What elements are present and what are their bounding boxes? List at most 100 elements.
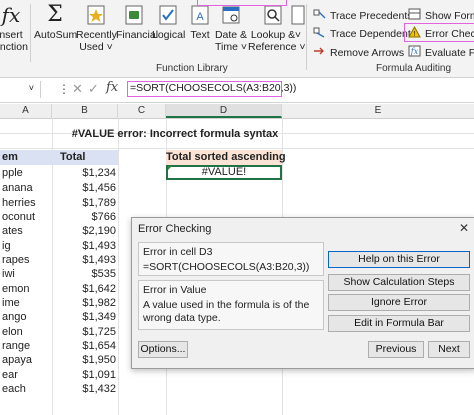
insert-function-label-2: unction bbox=[0, 41, 28, 53]
logical-icon bbox=[157, 3, 179, 27]
recently-used-button[interactable]: Recently Used ˅ bbox=[76, 3, 117, 53]
total-cell: $1,493 bbox=[82, 240, 116, 252]
autosum-button[interactable]: Σ AutoSum bbox=[34, 2, 78, 42]
column-headers: A B C D E bbox=[0, 104, 474, 119]
formula-input[interactable]: =SORT(CHOOSECOLS(A3:B20,3)) bbox=[127, 81, 296, 97]
recently-used-label-2: Used ˅ bbox=[79, 41, 113, 53]
calendar-icon bbox=[220, 3, 242, 27]
show-formulas-icon bbox=[408, 8, 421, 23]
item-cell: ear bbox=[2, 369, 18, 381]
enter-icon[interactable]: ✓ bbox=[88, 81, 99, 97]
edit-in-formula-bar-button[interactable]: Edit in Formula Bar bbox=[328, 315, 470, 332]
error-in-value-label: Error in Value bbox=[143, 284, 207, 296]
sigma-icon: Σ bbox=[47, 2, 63, 27]
column-header-e[interactable]: E bbox=[282, 104, 474, 118]
total-cell: $1,432 bbox=[82, 383, 116, 395]
item-cell: ime bbox=[2, 297, 20, 309]
sheet-title: #VALUE error: Incorrect formula syntax bbox=[71, 128, 279, 140]
options-button[interactable]: Options... bbox=[138, 341, 188, 358]
lookup-reference-label-1: Lookup & bbox=[250, 29, 296, 41]
header-item: em bbox=[0, 150, 52, 165]
total-cell: $1,789 bbox=[82, 197, 116, 209]
column-header-a[interactable]: A bbox=[0, 104, 52, 118]
next-button[interactable]: Next bbox=[428, 341, 470, 358]
item-cell: ig bbox=[2, 240, 11, 252]
error-checking-button[interactable]: ! Error Checking bbox=[408, 25, 474, 41]
error-value-box: Error in Value A value used in the formu… bbox=[138, 280, 324, 330]
svg-text:fx: fx bbox=[410, 47, 419, 56]
name-box[interactable]: ˅ bbox=[0, 81, 41, 98]
ribbon: fx nsert unction Σ AutoSum Recently Used… bbox=[0, 0, 474, 78]
fx-icon: fx bbox=[1, 3, 21, 27]
more-functions-icon bbox=[291, 3, 305, 27]
ignore-error-button[interactable]: Ignore Error bbox=[328, 294, 470, 311]
trace-precedents-label: Trace Precedents bbox=[330, 9, 413, 22]
total-cell: $1,642 bbox=[82, 283, 116, 295]
header-sorted: Total sorted ascending bbox=[166, 150, 286, 165]
recently-used-label-1: Recently bbox=[76, 29, 117, 41]
error-cell-box: Error in cell D3 =SORT(CHOOSECOLS(A3:B20… bbox=[138, 242, 324, 276]
column-header-c[interactable]: C bbox=[118, 104, 166, 118]
item-cell: ates bbox=[2, 225, 23, 237]
total-cell: $535 bbox=[91, 268, 116, 280]
more-dots-icon: ⋮ bbox=[58, 82, 70, 96]
warning-icon: ! bbox=[408, 25, 421, 41]
item-cell: iwi bbox=[2, 268, 15, 280]
error-checking-dialog: Error Checking ✕ Error in cell D3 =SORT(… bbox=[131, 217, 474, 369]
item-cell: pple bbox=[2, 167, 23, 179]
trace-precedents-button[interactable]: Trace Precedents bbox=[313, 8, 412, 23]
insert-function-button[interactable]: fx nsert unction bbox=[0, 3, 28, 53]
evaluate-formula-button[interactable]: fx Evaluate Form bbox=[408, 45, 474, 60]
item-cell: apaya bbox=[2, 354, 32, 366]
function-library-label: Function Library bbox=[156, 63, 228, 74]
remove-arrows-label: Remove Arrows bbox=[330, 46, 405, 59]
trace-precedents-icon bbox=[313, 8, 326, 23]
remove-arrows-icon bbox=[313, 45, 326, 60]
show-formulas-label: Show Formula bbox=[425, 9, 474, 22]
total-cell: $1,654 bbox=[82, 340, 116, 352]
evaluate-formula-icon: fx bbox=[408, 45, 421, 60]
total-cell: $1,234 bbox=[82, 167, 116, 179]
total-cell: $766 bbox=[91, 211, 116, 223]
text-button[interactable]: A Text bbox=[186, 3, 214, 41]
total-cell: $1,091 bbox=[82, 369, 116, 381]
total-cell: $1,725 bbox=[82, 326, 116, 338]
date-time-label-2: Time ˅ bbox=[215, 41, 247, 53]
total-cell: $1,349 bbox=[82, 311, 116, 323]
close-icon[interactable]: ✕ bbox=[459, 221, 469, 235]
total-cell: $2,190 bbox=[82, 225, 116, 237]
total-cell: $1,493 bbox=[82, 254, 116, 266]
name-box-chevron-icon: ˅ bbox=[28, 83, 34, 93]
item-cell: ango bbox=[2, 311, 27, 323]
remove-arrows-button[interactable]: Remove Arrows ˅ bbox=[313, 45, 413, 60]
logical-button[interactable]: Logical bbox=[152, 3, 185, 41]
header-total: Total bbox=[52, 150, 118, 165]
column-header-d[interactable]: D bbox=[166, 104, 282, 118]
total-cell: $1,982 bbox=[82, 297, 116, 309]
autosum-label: AutoSum bbox=[34, 29, 78, 41]
show-calculation-steps-button[interactable]: Show Calculation Steps bbox=[328, 274, 470, 291]
more-functions-highlight bbox=[197, 0, 287, 6]
financial-button[interactable]: Financial bbox=[116, 3, 158, 41]
item-cell: anana bbox=[2, 182, 33, 194]
item-cell: herries bbox=[2, 197, 36, 209]
fx-insert-icon[interactable]: fx bbox=[106, 80, 118, 95]
error-indicator-icon bbox=[168, 166, 172, 170]
svg-text:!: ! bbox=[414, 31, 416, 38]
formula-auditing-label: Formula Auditing bbox=[376, 63, 452, 74]
item-cell: oconut bbox=[2, 211, 36, 223]
total-cell: $1,950 bbox=[82, 354, 116, 366]
trace-dependents-button[interactable]: Trace Dependents bbox=[313, 26, 416, 41]
column-header-b[interactable]: B bbox=[52, 104, 118, 118]
result-cell-d3[interactable]: #VALUE! bbox=[166, 165, 282, 180]
date-time-button[interactable]: Date & Time ˅ bbox=[214, 3, 248, 53]
text-icon: A bbox=[189, 3, 211, 27]
help-on-error-button[interactable]: Help on this Error bbox=[328, 251, 470, 268]
lookup-icon bbox=[262, 3, 284, 27]
cancel-icon[interactable]: ✕ bbox=[72, 81, 83, 97]
dialog-formula: =SORT(CHOOSECOLS(A3:B20,3)) bbox=[143, 261, 310, 273]
previous-button[interactable]: Previous bbox=[368, 341, 424, 358]
show-formulas-button[interactable]: Show Formula bbox=[408, 8, 474, 23]
item-cell: each bbox=[2, 383, 26, 395]
more-functions-button[interactable]: ˅ bbox=[290, 3, 306, 41]
